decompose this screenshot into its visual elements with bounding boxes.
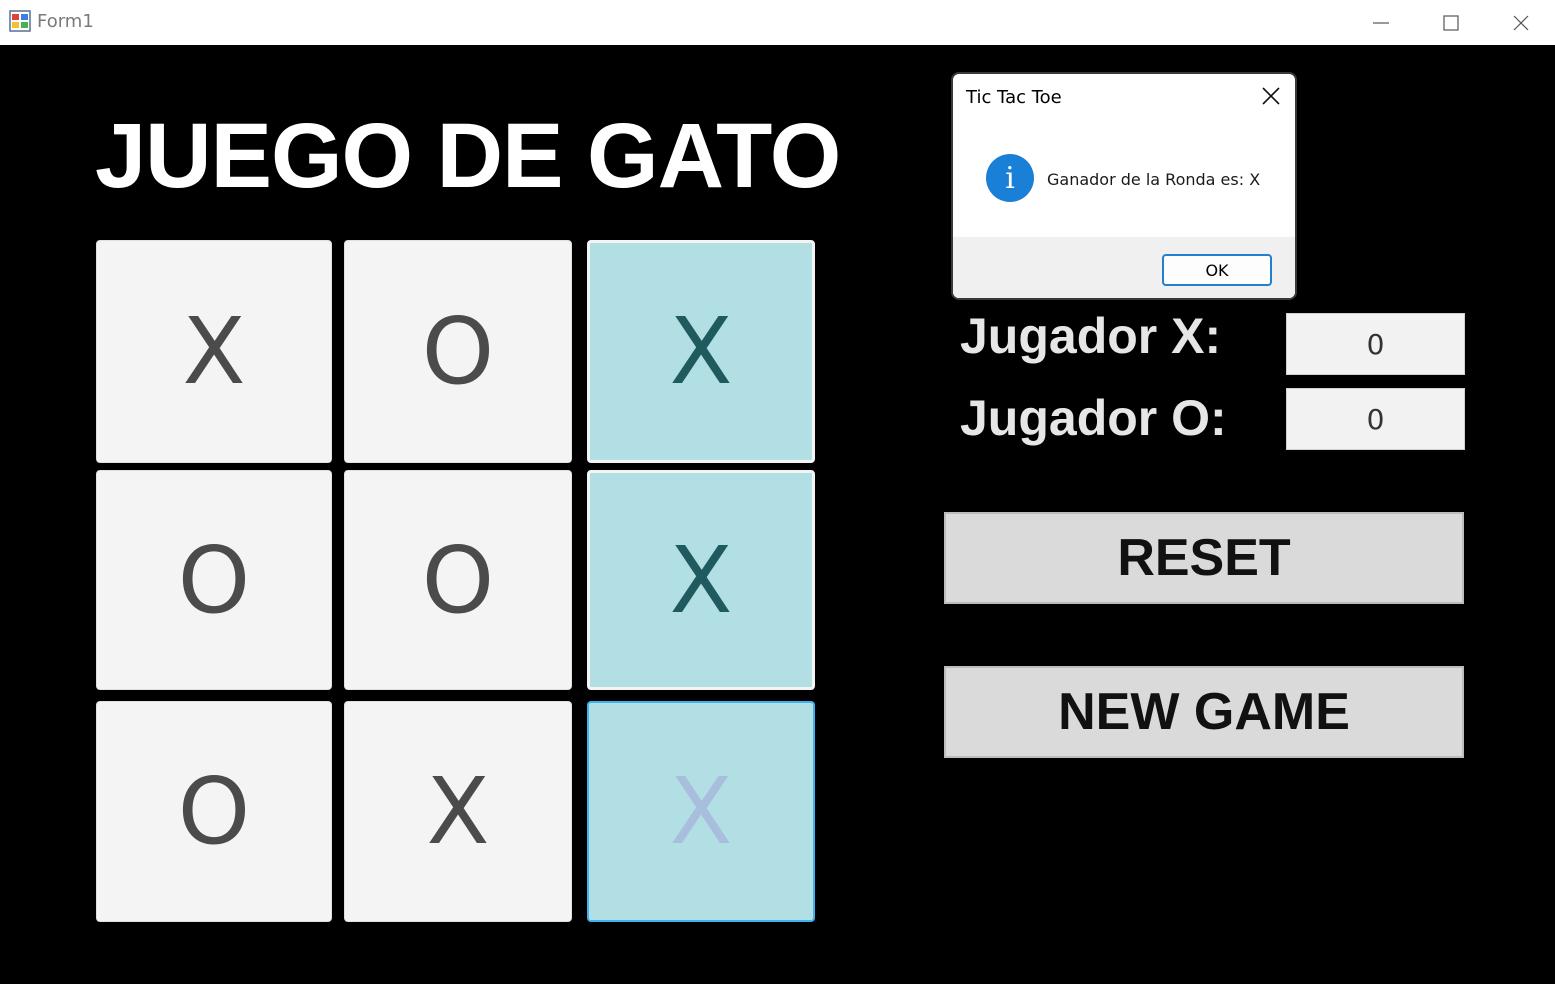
minimize-button[interactable]	[1347, 0, 1415, 45]
info-icon: i	[986, 154, 1034, 202]
close-button[interactable]	[1487, 0, 1555, 45]
board-cell-2-1[interactable]: O	[96, 470, 332, 690]
dialog-message: Ganador de la Ronda es: X	[1047, 170, 1261, 189]
board-cell-2-2[interactable]: O	[344, 470, 572, 690]
window-title: Form1	[37, 11, 94, 32]
game-title: JUEGO DE GATO	[95, 105, 841, 207]
player-o-label: Jugador O:	[960, 390, 1227, 446]
dialog-footer: OK	[953, 237, 1295, 298]
board-cell-1-1[interactable]: X	[96, 240, 332, 463]
window-titlebar: Form1	[0, 0, 1555, 45]
minimize-icon	[1373, 21, 1389, 24]
maximize-button[interactable]	[1417, 0, 1485, 45]
reset-button[interactable]: RESET	[944, 512, 1464, 604]
board-cell-3-3[interactable]: X	[587, 701, 815, 922]
player-o-score: 0	[1286, 388, 1465, 450]
dialog-close-icon[interactable]	[1259, 84, 1283, 108]
board-cell-3-1[interactable]: O	[96, 701, 332, 922]
dialog-title: Tic Tac Toe	[966, 87, 1062, 108]
maximize-icon	[1443, 14, 1459, 31]
ok-button[interactable]: OK	[1162, 254, 1272, 286]
player-x-label: Jugador X:	[960, 308, 1222, 364]
board-cell-3-2[interactable]: X	[344, 701, 572, 922]
player-x-score: 0	[1286, 313, 1465, 375]
new-game-button[interactable]: NEW GAME	[944, 666, 1464, 758]
app-icon	[9, 10, 31, 32]
close-icon	[1513, 15, 1529, 30]
board-cell-2-3[interactable]: X	[587, 470, 815, 690]
board-cell-1-3[interactable]: X	[587, 240, 815, 463]
winner-message-dialog: Tic Tac Toe i Ganador de la Ronda es: X …	[951, 72, 1297, 300]
board-cell-1-2[interactable]: O	[344, 240, 572, 463]
